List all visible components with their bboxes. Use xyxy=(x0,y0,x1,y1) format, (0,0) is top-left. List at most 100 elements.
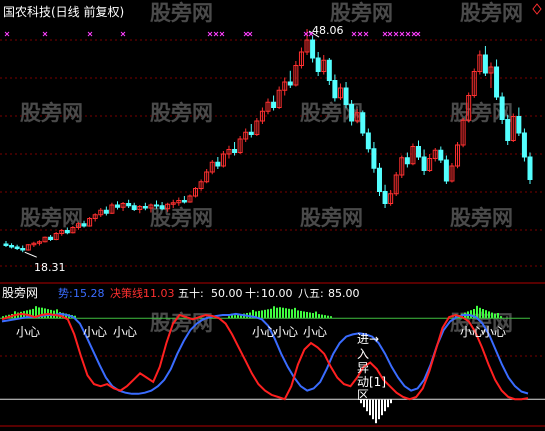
top-cross-marker xyxy=(363,31,369,37)
histogram-bar-green xyxy=(488,311,490,319)
caution-label: 小心 xyxy=(274,325,298,339)
histogram-bar-green xyxy=(285,308,287,319)
candle-body xyxy=(499,96,505,120)
top-cross-marker xyxy=(393,31,399,37)
histogram-bar-white xyxy=(372,399,374,420)
legend-value-ten: 10.00 xyxy=(261,287,293,300)
histogram-bar-white xyxy=(381,399,383,416)
indicator-name: 股旁网 xyxy=(2,285,38,300)
histogram-bar-green xyxy=(291,309,293,319)
top-marker-row xyxy=(4,31,421,37)
candle-body xyxy=(103,209,109,214)
candle-body xyxy=(521,132,527,158)
candle-body xyxy=(9,245,15,248)
entry-signal-text: 进→ 入 异 动[1] 区 xyxy=(357,332,386,402)
histogram-bar-green xyxy=(294,307,296,319)
candle-body xyxy=(365,132,371,150)
high-price-label: 48.06 xyxy=(312,24,344,37)
candle-body xyxy=(20,248,26,251)
histogram-bar-white xyxy=(384,399,386,412)
watermark-text: 股旁网 xyxy=(150,1,213,25)
top-cross-marker xyxy=(207,31,213,37)
legend-label-eightyfive: 八五: xyxy=(298,287,324,300)
candle-body xyxy=(438,149,444,161)
histogram-bar-green xyxy=(491,312,493,319)
candle-body xyxy=(349,104,355,122)
watermark-text: 股旁网 xyxy=(20,101,83,125)
signal-line-1: 进→ xyxy=(357,332,379,346)
caution-label: 小心 xyxy=(16,325,40,339)
top-cross-marker xyxy=(42,31,48,37)
candle-body xyxy=(14,246,20,249)
candle-body xyxy=(326,59,332,81)
histogram-bar-white xyxy=(378,399,380,420)
candle-body xyxy=(376,167,382,192)
histogram-bar-green xyxy=(485,310,487,319)
candle-body xyxy=(505,119,511,141)
histogram-bar-green xyxy=(279,307,281,319)
candle-body xyxy=(126,203,132,207)
histogram-bar-green xyxy=(300,310,302,319)
top-cross-marker xyxy=(87,31,93,37)
candle-body xyxy=(232,149,238,153)
histogram-bar-green xyxy=(261,310,263,319)
candle-body xyxy=(248,131,254,135)
candle-body xyxy=(421,156,427,171)
candle-body xyxy=(443,159,449,182)
legend-value-trend: 15.28 xyxy=(73,287,105,300)
candle-body xyxy=(315,57,321,72)
legend-label-ten: 十: xyxy=(245,286,260,300)
candle-body xyxy=(64,230,70,234)
histogram-bar-white xyxy=(387,399,389,408)
candle-body xyxy=(360,112,366,134)
caution-label: 小心 xyxy=(252,325,276,339)
legend-value-eightyfive: 85.00 xyxy=(328,287,360,300)
candle-body xyxy=(215,161,221,167)
top-cross-marker xyxy=(415,31,421,37)
candle-body xyxy=(271,101,277,108)
diamond-icon[interactable] xyxy=(532,3,542,15)
candle-body xyxy=(343,87,349,105)
chart-canvas: 股旁网 股旁网 股旁网股旁网 股旁网 股旁网 股旁网股旁网 股旁网 股旁网 股旁网股旁网 股旁网 … xyxy=(0,1,545,427)
top-cross-marker xyxy=(387,31,393,37)
signal-line-5: 区 xyxy=(357,388,369,402)
top-cross-marker xyxy=(219,31,225,37)
top-cross-marker xyxy=(411,31,417,37)
watermark-text: 股旁网 xyxy=(330,1,393,25)
histogram-bar-green xyxy=(494,313,496,319)
watermark-text: 股旁网 xyxy=(20,206,83,230)
candle-body xyxy=(310,39,316,59)
top-cross-marker xyxy=(243,31,249,37)
watermark-text: 股旁网 xyxy=(150,101,213,125)
histogram-bar-green xyxy=(306,311,308,319)
caution-label: 小心 xyxy=(303,325,327,339)
top-cross-marker xyxy=(247,31,253,37)
watermark-text: 股旁网 xyxy=(460,1,523,25)
caution-label: 小心 xyxy=(482,325,506,339)
watermark-text: 股旁网 xyxy=(300,206,363,230)
watermark-text: 股旁网 xyxy=(150,206,213,230)
histogram-bar-green xyxy=(318,314,320,319)
histogram-bar-green xyxy=(288,308,290,319)
candle-body xyxy=(382,191,388,204)
histogram-bar-green xyxy=(270,308,272,319)
histogram-bar-green xyxy=(497,313,499,319)
histogram-bar-green xyxy=(267,309,269,319)
legend-label-fifty: 五十: xyxy=(178,286,204,300)
low-marker-arrow xyxy=(24,251,37,258)
signal-line-4: 动[1] xyxy=(357,375,386,389)
legend-value-decision: 11.03 xyxy=(143,287,175,300)
legend-label-trend: 势: xyxy=(58,287,73,300)
caution-label: 小心 xyxy=(83,325,107,339)
candle-body xyxy=(516,116,522,134)
histogram-bar-green xyxy=(303,311,305,319)
chart-title: 国农科技(日线 前复权) xyxy=(3,4,124,19)
histogram-bar-green xyxy=(482,309,484,319)
low-price-label: 18.31 xyxy=(34,261,66,274)
histogram-bar-green xyxy=(264,309,266,319)
top-cross-marker xyxy=(399,31,405,37)
candle-body xyxy=(181,200,187,203)
candle-body xyxy=(404,157,410,165)
candle-body xyxy=(527,156,533,180)
histogram-bar-white xyxy=(369,399,371,416)
